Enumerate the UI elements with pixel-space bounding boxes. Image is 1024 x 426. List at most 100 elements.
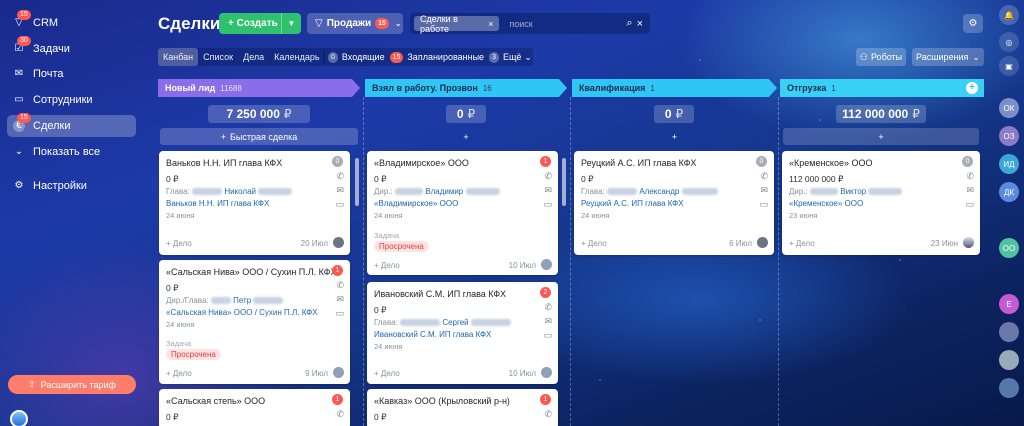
tab-activities[interactable]: Дела [238,48,269,66]
add-deal-button[interactable]: + [367,128,565,145]
rail-avatar[interactable]: ОК [999,98,1019,118]
deal-company[interactable]: Ивановский С.М. ИП глава КФХ [374,330,491,339]
contact-name[interactable]: Владимир [425,187,463,196]
mail-icon[interactable]: ✉ [760,185,768,196]
chat-icon[interactable]: ▣ [999,56,1019,76]
responsible-avatar[interactable] [963,237,974,248]
quick-deal-button[interactable]: + Быстрая сделка [160,128,358,145]
add-deal-button[interactable]: + [783,128,979,145]
rail-avatar[interactable]: ИД [999,154,1019,174]
deal-card[interactable]: Ивановский С.М. ИП глава КФХ 2 0 ₽ Глава… [367,282,558,384]
add-activity-link[interactable]: + Дело [581,239,607,248]
mail-icon[interactable]: ✉ [336,294,344,305]
responsible-avatar[interactable] [333,237,344,248]
chat-icon[interactable]: ▭ [543,199,552,210]
contact-name[interactable]: Александр [639,187,679,196]
search-icon[interactable]: ◎ [999,32,1019,52]
chat-icon[interactable]: ▭ [759,199,768,210]
counter-more[interactable]: 3 Ещё ⌄ [489,51,532,63]
deal-card[interactable]: Ваньков Н.Н. ИП глава КФХ 0 0 ₽ Глава: Н… [159,151,350,255]
deal-card[interactable]: «Сальская Нива» ООО / Сухин П.Л. КФХ 1 0… [159,260,350,384]
robots-button[interactable]: ⚇ Роботы [856,48,906,66]
sidebar-item-settings[interactable]: ⚙ Настройки [7,175,136,197]
upgrade-plan-button[interactable]: ⇧ Расширить тариф [8,375,136,394]
counter-incoming[interactable]: 0 Входящие [328,51,385,63]
sidebar-item-deals[interactable]: €15 Сделки [7,113,136,137]
chat-icon[interactable]: ▭ [335,199,344,210]
phone-icon[interactable]: ✆ [544,171,552,182]
search-icon[interactable]: ⌕ [626,17,632,30]
deal-company[interactable]: «Кременское» ООО [789,199,863,208]
stage-header-new-lead[interactable]: Новый лид 11688 [158,79,360,97]
phone-icon[interactable]: ✆ [336,171,344,182]
sidebar-item-employees[interactable]: ▭ Сотрудники [7,89,136,111]
phone-icon[interactable]: ✆ [544,409,552,420]
deal-title[interactable]: «Сальская степь» ООО [166,396,265,406]
rail-avatar[interactable]: ДК [999,182,1019,202]
create-button[interactable]: + Создать ▼ [219,13,301,34]
mail-icon[interactable]: ✉ [966,185,974,196]
contact-name[interactable]: Петр [233,296,251,305]
chat-icon[interactable]: ▭ [965,199,974,210]
deal-title[interactable]: «Владимирское» ООО [374,158,469,168]
responsible-avatar[interactable] [541,367,552,378]
add-activity-link[interactable]: + Дело [374,261,400,270]
sidebar-item-tasks[interactable]: ☑ 30 Задачи [7,36,136,60]
settings-button[interactable]: ⚙ [963,14,983,33]
deal-company[interactable]: «Владимирское» ООО [374,199,458,208]
rail-avatar[interactable]: ОЗ [999,126,1019,146]
tab-list[interactable]: Список [198,48,238,66]
mail-icon[interactable]: ✉ [544,185,552,196]
stage-header-in-work[interactable]: Взял в работу. Прозвон 16 [365,79,567,97]
close-icon[interactable]: × [488,19,493,29]
phone-icon[interactable]: ✆ [966,171,974,182]
rail-avatar[interactable] [999,350,1019,370]
filter-chip[interactable]: Сделки в работе × [414,14,500,34]
deal-title[interactable]: Ивановский С.М. ИП глава КФХ [374,289,506,299]
sidebar-item-mail[interactable]: ✉ Почта [7,63,136,85]
deal-title[interactable]: «Сальская Нива» ООО / Сухин П.Л. КФХ [166,267,336,277]
clear-icon[interactable]: × [637,18,643,30]
scrollbar[interactable] [562,158,566,206]
scrollbar[interactable] [355,158,359,206]
add-activity-link[interactable]: + Дело [166,239,192,248]
sidebar-item-crm[interactable]: ▽ 15 CRM [7,10,136,34]
tab-kanban[interactable]: Канбан [158,48,199,66]
deal-title[interactable]: «Кавказ» ООО (Крыловский р-н) [374,396,510,406]
chat-icon[interactable]: ▭ [335,308,344,319]
responsible-avatar[interactable] [757,237,768,248]
phone-icon[interactable]: ✆ [336,280,344,291]
deal-card[interactable]: «Владимирское» ООО 1 0 ₽ Дир.: Владимир … [367,151,558,275]
sidebar-show-all[interactable]: ⌄ Показать все [7,141,136,163]
phone-icon[interactable]: ✆ [336,409,344,420]
deal-company[interactable]: «Сальская Нива» ООО / Сухин П.Л. КФХ [166,308,318,317]
phone-icon[interactable]: ✆ [760,171,768,182]
contact-name[interactable]: Николай [224,187,256,196]
contact-name[interactable]: Виктор [840,187,866,196]
rail-avatar[interactable]: ОО [999,238,1019,258]
user-avatar[interactable] [10,410,28,426]
add-activity-link[interactable]: + Дело [166,369,192,378]
chat-icon[interactable]: ▭ [543,330,552,341]
bell-icon[interactable]: 🔔 [999,5,1019,25]
phone-icon[interactable]: ✆ [544,302,552,313]
responsible-avatar[interactable] [541,259,552,270]
funnel-selector[interactable]: ▽ Продажи 15 ⌄ [307,13,403,34]
filter-search-bar[interactable]: Сделки в работе × ⌕ × [410,13,650,34]
add-stage-icon[interactable]: + [966,82,978,94]
contact-name[interactable]: Сергей [442,318,468,327]
deal-title[interactable]: Ваньков Н.Н. ИП глава КФХ [166,158,282,168]
mail-icon[interactable]: ✉ [336,185,344,196]
rail-avatar[interactable] [999,378,1019,398]
stage-header-shipment[interactable]: Отгрузка 1 + [780,79,984,97]
deal-card[interactable]: «Кавказ» ООО (Крыловский р-н) 1 0 ₽ ✆ [367,389,558,426]
rail-avatar[interactable] [999,322,1019,342]
search-input[interactable] [509,18,627,29]
extensions-button[interactable]: Расширения ⌄ [912,48,984,66]
deal-company[interactable]: Ваньков Н.Н. ИП глава КФХ [166,199,269,208]
deal-title[interactable]: Реуцкий А.С. ИП глава КФХ [581,158,696,168]
deal-title[interactable]: «Кременское» ООО [789,158,872,168]
mail-icon[interactable]: ✉ [544,316,552,327]
rail-avatar[interactable]: Е [999,294,1019,314]
deal-card[interactable]: «Кременское» ООО 0 112 000 000 ₽ Дир.: В… [782,151,980,255]
